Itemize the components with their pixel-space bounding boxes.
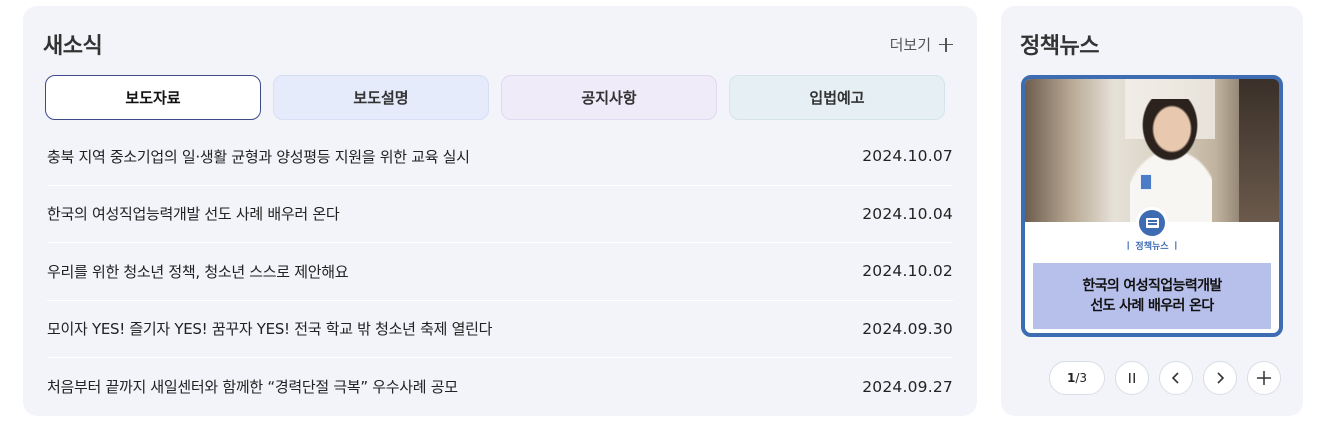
- tab-notices[interactable]: 공지사항: [501, 75, 717, 120]
- plus-icon: [939, 37, 953, 52]
- policy-news-card[interactable]: ㅣ 정책뉴스 ㅣ 한국의 여성직업능력개발 선도 사례 배우러 온다: [1021, 75, 1283, 337]
- chevron-right-icon: [1217, 372, 1225, 384]
- news-badge-icon: [1136, 207, 1168, 239]
- news-list: 충북 지역 중소기업의 일·생활 균형과 양성평등 지원을 위한 교육 실시 2…: [47, 128, 953, 416]
- news-panel: 새소식 더보기 보도자료 보도설명 공지사항 입법예고 충북 지역 중소기업의 …: [23, 6, 977, 416]
- news-tabs: 보도자료 보도설명 공지사항 입법예고: [45, 75, 945, 120]
- list-item[interactable]: 충북 지역 중소기업의 일·생활 균형과 양성평등 지원을 위한 교육 실시 2…: [47, 128, 953, 186]
- tab-legislation-notice[interactable]: 입법예고: [729, 75, 945, 120]
- news-item-title[interactable]: 충북 지역 중소기업의 일·생활 균형과 양성평등 지원을 위한 교육 실시: [47, 146, 470, 167]
- list-item[interactable]: 우리를 위한 청소년 정책, 청소년 스스로 제안해요 2024.10.02: [47, 243, 953, 301]
- list-item[interactable]: 처음부터 끝까지 새일센터와 함께한 “경력단절 극복” 우수사례 공모 202…: [47, 358, 953, 416]
- card-headline-line2: 선도 사례 배우러 온다: [1090, 298, 1214, 314]
- list-item[interactable]: 모이자 YES! 즐기자 YES! 꿈꾸자 YES! 전국 학교 밖 청소년 축…: [47, 301, 953, 358]
- pager-current: 1: [1066, 371, 1076, 385]
- more-link[interactable]: 더보기: [890, 34, 953, 55]
- card-photo: [1025, 79, 1279, 222]
- news-item-date: 2024.10.07: [862, 147, 953, 166]
- card-headline-line1: 한국의 여성직업능력개발: [1082, 278, 1222, 294]
- tab-press-release[interactable]: 보도자료: [45, 75, 261, 120]
- newspaper-icon: [1145, 218, 1159, 228]
- policy-news-title: 정책뉴스: [1020, 34, 1099, 59]
- list-item[interactable]: 한국의 여성직업능력개발 선도 사례 배우러 온다 2024.10.04: [47, 186, 953, 243]
- pause-button[interactable]: [1115, 361, 1149, 395]
- news-item-title[interactable]: 처음부터 끝까지 새일센터와 함께한 “경력단절 극복” 우수사례 공모: [47, 376, 458, 397]
- policy-news-panel: 정책뉴스 ㅣ 정책뉴스 ㅣ 한국의 여성직업능력개발 선도 사례 배우러 온다 …: [1001, 6, 1303, 416]
- card-headline: 한국의 여성직업능력개발 선도 사례 배우러 온다: [1033, 263, 1271, 329]
- pager-count: 1/3: [1049, 361, 1105, 395]
- next-button[interactable]: [1203, 361, 1237, 395]
- pager-total: 3: [1079, 371, 1088, 385]
- more-link-label: 더보기: [889, 36, 931, 54]
- news-item-date: 2024.10.02: [862, 262, 953, 281]
- news-item-title[interactable]: 모이자 YES! 즐기자 YES! 꿈꾸자 YES! 전국 학교 밖 청소년 축…: [47, 318, 492, 339]
- news-item-date: 2024.10.04: [862, 204, 953, 223]
- plus-icon: [1257, 371, 1271, 385]
- news-item-title[interactable]: 우리를 위한 청소년 정책, 청소년 스스로 제안해요: [47, 261, 349, 282]
- pause-icon: [1129, 373, 1135, 383]
- news-item-date: 2024.09.27: [862, 377, 953, 396]
- chevron-left-icon: [1171, 372, 1179, 384]
- tab-press-explanation[interactable]: 보도설명: [273, 75, 489, 120]
- photo-woman-presenting: [1130, 99, 1212, 222]
- news-item-title[interactable]: 한국의 여성직업능력개발 선도 사례 배우러 온다: [47, 203, 340, 224]
- prev-button[interactable]: [1159, 361, 1193, 395]
- news-section-title: 새소식: [43, 34, 103, 59]
- card-caption: ㅣ 정책뉴스 ㅣ: [1124, 242, 1180, 252]
- news-item-date: 2024.09.30: [862, 319, 953, 338]
- more-policy-button[interactable]: [1247, 361, 1281, 395]
- carousel-controls: 1/3: [1049, 361, 1281, 395]
